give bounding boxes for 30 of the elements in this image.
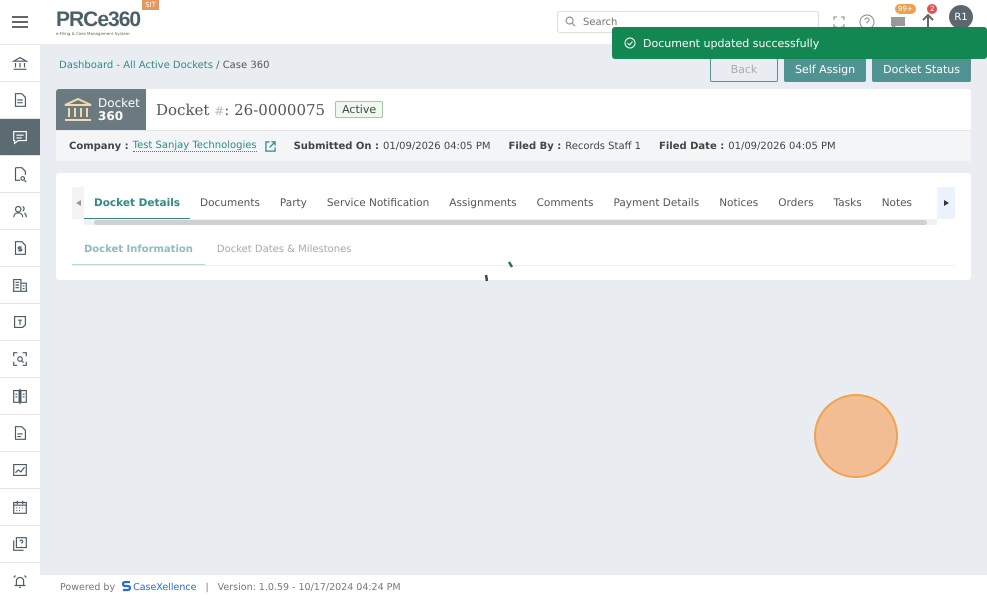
tab[interactable]: Orders [768, 187, 824, 219]
docket-title: Docket #: 26-0000075 [156, 100, 326, 118]
status-tag: Active [335, 101, 384, 118]
tab[interactable]: Notes [872, 187, 922, 219]
tab[interactable]: Comments [526, 187, 604, 219]
docket-badge-number: 360 [98, 110, 124, 122]
field-value: Records Staff 1 [565, 140, 642, 152]
toast-message: Document updated successfully [643, 36, 820, 50]
tab[interactable]: Party [270, 187, 317, 219]
tab[interactable]: Notices [709, 187, 768, 219]
tab[interactable]: Documents [190, 187, 270, 219]
company-link[interactable]: Test Sanjay Technologies [132, 140, 257, 152]
logo: PRCe360 [56, 8, 140, 30]
version-text: Version: 1.0.59 - 10/17/2024 04:24 PM [218, 582, 401, 592]
user-avatar[interactable]: R1 [949, 5, 973, 29]
brand-name: CaseXellence [133, 582, 196, 592]
field-label: Submitted On : [294, 140, 380, 152]
tab[interactable]: Assignments [439, 187, 527, 219]
field-label: Filed By : [508, 140, 562, 152]
separator: | [205, 582, 209, 592]
tab[interactable]: Service Notification [316, 187, 440, 219]
breadcrumb-current: / Case 360 [216, 60, 270, 71]
powered-by-text: Powered by [60, 582, 116, 592]
field-value: 01/09/2026 04:05 PM [728, 140, 836, 152]
field-label: Company : [69, 140, 129, 152]
tab[interactable]: Tasks [824, 187, 872, 219]
tab[interactable]: Payment Details [603, 187, 710, 219]
docket-badge-label: Docket [98, 96, 140, 110]
field-value: 01/09/2026 04:05 PM [383, 140, 490, 152]
field-label: Filed Date : [659, 140, 724, 152]
